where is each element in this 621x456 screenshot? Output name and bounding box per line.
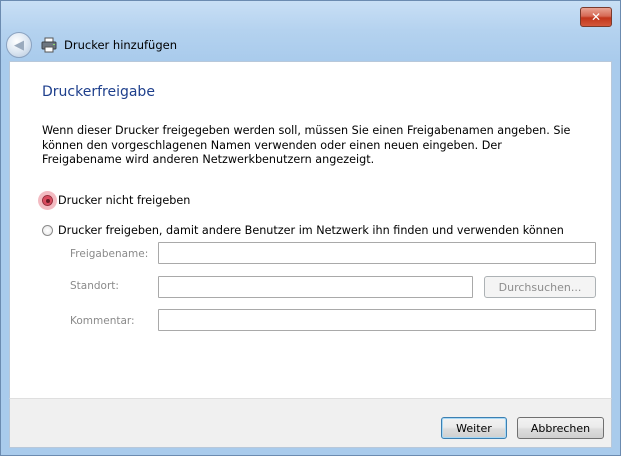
share-label: Drucker freigeben, damit andere Benutzer… bbox=[58, 224, 564, 237]
close-button[interactable]: ✕ bbox=[580, 7, 612, 27]
share-name-input[interactable] bbox=[158, 242, 596, 264]
window-header: ◀ Drucker hinzufügen bbox=[1, 29, 620, 61]
add-printer-window: ✕ ◀ Drucker hinzufügen Druckerfreigabe W… bbox=[0, 0, 621, 456]
wizard-footer: Weiter Abbrechen bbox=[9, 398, 612, 448]
location-label: Standort: bbox=[70, 280, 119, 292]
back-button[interactable]: ◀ bbox=[6, 32, 32, 58]
wizard-content: Druckerfreigabe Wenn dieser Drucker frei… bbox=[9, 61, 612, 398]
radio-option-no-share[interactable]: Drucker nicht freigeben bbox=[42, 194, 190, 207]
page-title: Druckerfreigabe bbox=[42, 84, 155, 100]
page-description: Wenn dieser Drucker freigegeben werden s… bbox=[42, 124, 571, 166]
no-share-radio[interactable] bbox=[42, 195, 53, 206]
close-icon: ✕ bbox=[590, 10, 602, 24]
printer-icon bbox=[41, 37, 57, 53]
browse-button[interactable]: Durchsuchen... bbox=[484, 276, 596, 298]
back-arrow-icon: ◀ bbox=[14, 37, 24, 53]
next-button[interactable]: Weiter bbox=[441, 417, 507, 439]
location-input[interactable] bbox=[158, 276, 473, 298]
no-share-label: Drucker nicht freigeben bbox=[58, 194, 191, 207]
comment-label: Kommentar: bbox=[70, 315, 135, 327]
share-radio[interactable] bbox=[42, 225, 53, 236]
cancel-button[interactable]: Abbrechen bbox=[517, 417, 604, 439]
window-title: Drucker hinzufügen bbox=[64, 38, 178, 52]
comment-input[interactable] bbox=[158, 309, 596, 331]
share-name-label: Freigabename: bbox=[70, 248, 149, 260]
radio-option-share[interactable]: Drucker freigeben, damit andere Benutzer… bbox=[42, 224, 564, 237]
